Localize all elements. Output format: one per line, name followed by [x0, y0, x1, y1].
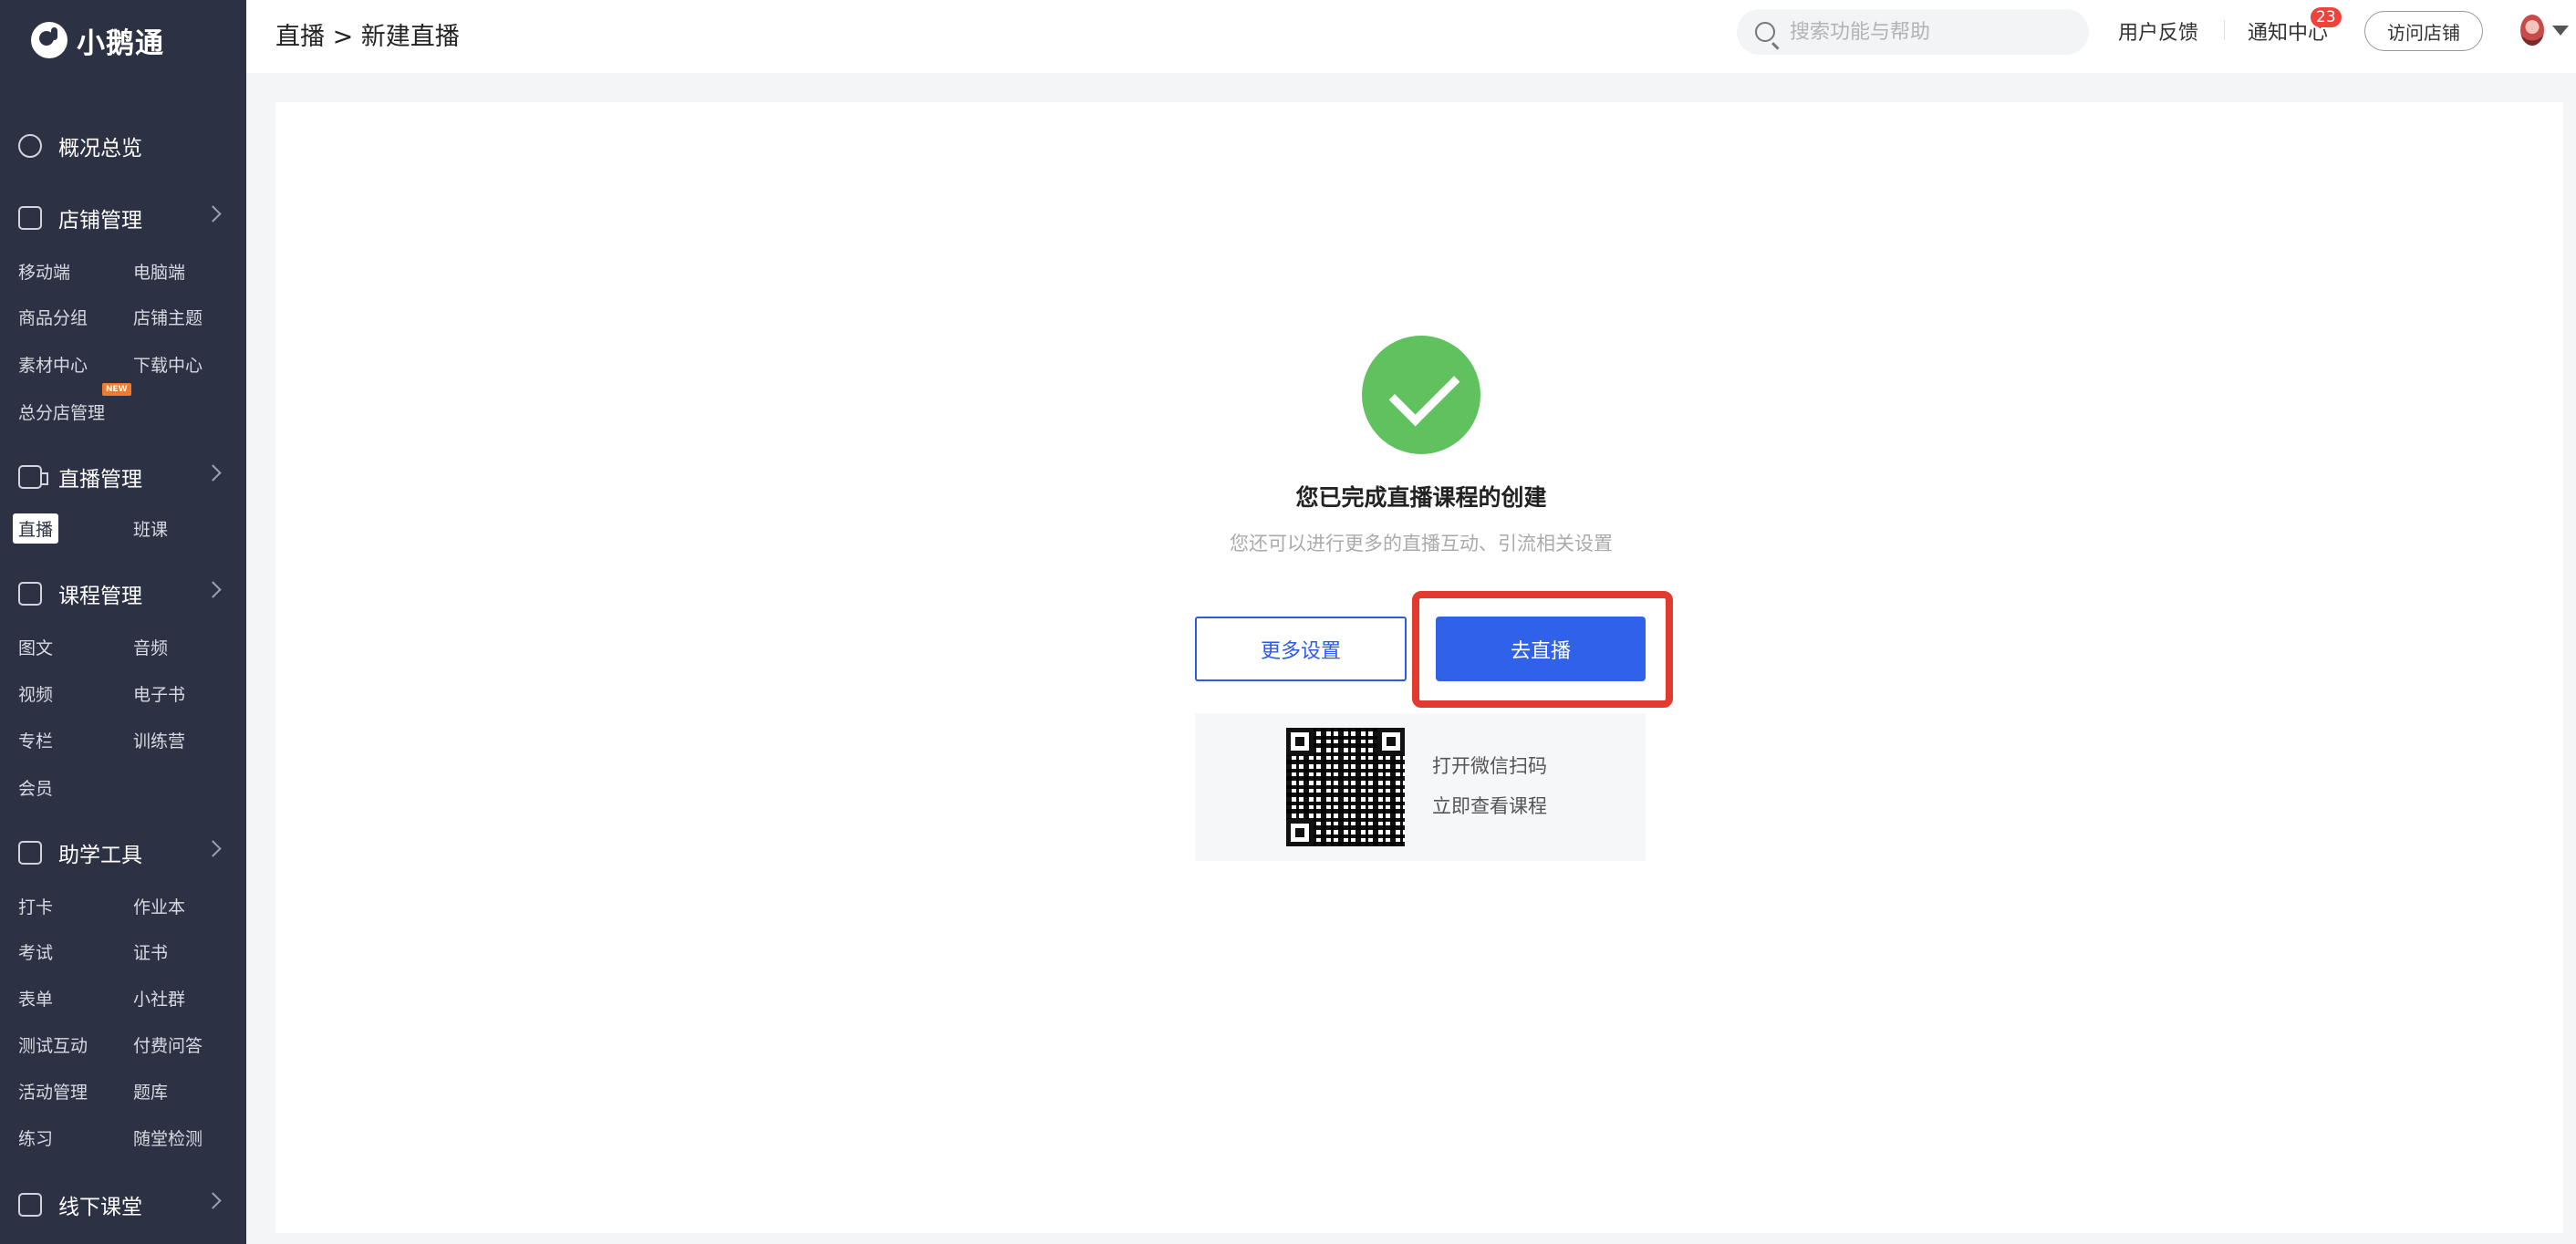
sidebar-item-branch-management[interactable]: 总分店管理 [18, 399, 105, 424]
more-settings-button[interactable]: 更多设置 [1195, 617, 1407, 681]
sidebar-item-material-center[interactable]: 素材中心 [18, 352, 88, 377]
sidebar-item-certificate[interactable]: 证书 [133, 939, 168, 964]
sidebar-section-course[interactable]: 课程管理 [18, 575, 246, 612]
sidebar-item-product-group[interactable]: 商品分组 [18, 305, 88, 329]
new-badge: NEW [102, 383, 131, 396]
sidebar-item-camp[interactable]: 训练营 [133, 728, 185, 752]
qr-finder [1286, 819, 1314, 846]
success-title: 您已完成直播课程的创建 [1295, 484, 1547, 511]
success-check-icon [1362, 336, 1480, 454]
qr-instruction-line2: 立即查看课程 [1432, 795, 1547, 817]
search-input[interactable] [1790, 20, 2063, 44]
sidebar-item-paid-qa[interactable]: 付费问答 [133, 1032, 203, 1057]
logo-text: 小鹅通 [77, 26, 164, 60]
sidebar-item-checkin[interactable]: 打卡 [18, 894, 53, 918]
sidebar-item-practice[interactable]: 练习 [18, 1125, 53, 1150]
document-icon [18, 582, 42, 606]
sidebar-item-class[interactable]: 班课 [133, 516, 168, 541]
store-icon [18, 206, 42, 230]
go-live-button[interactable]: 去直播 [1436, 617, 1646, 681]
sidebar-item-download-center[interactable]: 下载中心 [133, 352, 203, 377]
chevron-right-icon [204, 581, 222, 598]
visit-store-button[interactable]: 访问店铺 [2364, 11, 2483, 51]
feedback-link[interactable]: 用户反馈 [2118, 16, 2198, 46]
sidebar-item-store-theme[interactable]: 店铺主题 [133, 305, 203, 329]
breadcrumb: 直播 > 新建直播 [275, 23, 460, 51]
sidebar-item-question-bank[interactable]: 题库 [133, 1079, 168, 1104]
sidebar-section-label: 店铺管理 [58, 209, 142, 233]
sidebar-section-label: 直播管理 [58, 468, 142, 492]
divider [2224, 20, 2225, 40]
sidebar-section-tools[interactable]: 助学工具 [18, 835, 246, 871]
sidebar-item-pc[interactable]: 电脑端 [133, 259, 185, 284]
qr-panel: 打开微信扫码 立即查看课程 [1195, 713, 1646, 861]
chevron-right-icon [204, 840, 222, 857]
sidebar-item-homework[interactable]: 作业本 [133, 894, 185, 918]
avatar[interactable] [2520, 15, 2544, 46]
logo[interactable]: 小鹅通 [31, 20, 164, 60]
logo-icon [31, 22, 68, 58]
qr-finder [1286, 728, 1314, 755]
sidebar-section-store[interactable]: 店铺管理 [18, 200, 246, 236]
sidebar-item-community[interactable]: 小社群 [133, 986, 185, 1011]
main-card [275, 102, 2563, 1233]
top-bar: 直播 > 新建直播 用户反馈 通知中心 23 访问店铺 [246, 0, 2576, 73]
qr-instruction-line1: 打开微信扫码 [1432, 755, 1547, 777]
sidebar-section-label: 线下课堂 [58, 1196, 142, 1219]
sidebar: 小鹅通 概况总览 店铺管理 移动端 电脑端 商品分组 店铺主题 素材中心 下载中… [0, 0, 246, 1244]
sidebar-item-video[interactable]: 视频 [18, 681, 53, 706]
notification-count-badge: 23 [2311, 7, 2342, 27]
caret-down-icon[interactable] [2552, 26, 2569, 36]
qr-finder [1377, 728, 1405, 755]
chevron-right-icon [204, 464, 222, 482]
chevron-right-icon [204, 205, 222, 223]
search-icon [1755, 22, 1775, 42]
qr-code-icon [1286, 728, 1405, 846]
sidebar-section-label: 概况总览 [58, 137, 142, 161]
chevron-right-icon [204, 1192, 222, 1209]
sidebar-item-class-test[interactable]: 随堂检测 [133, 1125, 203, 1150]
sidebar-item-mobile[interactable]: 移动端 [18, 259, 70, 284]
sidebar-item-form[interactable]: 表单 [18, 986, 53, 1011]
pie-chart-icon [18, 134, 42, 158]
sidebar-section-offline[interactable]: 线下课堂 [18, 1187, 246, 1223]
sidebar-section-overview[interactable]: 概况总览 [18, 128, 246, 164]
toolbox-icon [18, 841, 42, 865]
classroom-icon [18, 1193, 42, 1217]
sidebar-item-article[interactable]: 图文 [18, 635, 53, 659]
sidebar-item-audio[interactable]: 音频 [133, 635, 168, 659]
success-subtitle: 您还可以进行更多的直播互动、引流相关设置 [1230, 533, 1613, 555]
sidebar-item-column[interactable]: 专栏 [18, 728, 53, 752]
video-camera-icon [18, 465, 48, 489]
sidebar-item-quiz[interactable]: 测试互动 [18, 1032, 88, 1057]
sidebar-item-member[interactable]: 会员 [18, 775, 53, 800]
search-box[interactable] [1737, 9, 2089, 55]
sidebar-item-live[interactable]: 直播 [13, 513, 59, 544]
sidebar-item-ebook[interactable]: 电子书 [133, 681, 185, 706]
sidebar-section-live[interactable]: 直播管理 [18, 459, 246, 495]
sidebar-item-exam[interactable]: 考试 [18, 939, 53, 964]
sidebar-section-label: 助学工具 [58, 844, 142, 867]
sidebar-section-label: 课程管理 [58, 585, 142, 608]
sidebar-item-activity[interactable]: 活动管理 [18, 1079, 88, 1104]
